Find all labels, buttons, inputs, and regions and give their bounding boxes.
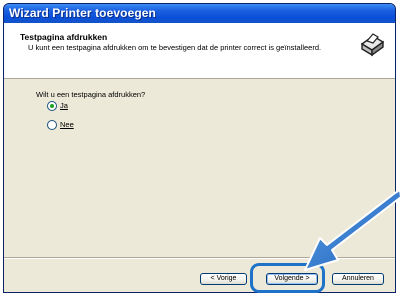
radio-button-ja[interactable] [47,101,57,111]
previous-button[interactable]: < Vorige [200,273,247,285]
arrow-icon [304,190,401,271]
question-label: Wilt u een testpagina afdrukken? [36,90,146,99]
radio-selected-dot [50,104,54,108]
page-title: Testpagina afdrukken [20,32,108,42]
radio-label-nee[interactable]: Nee [60,120,74,129]
wizard-header: Testpagina afdrukken U kunt een testpagi… [4,23,395,79]
radio-label-ja[interactable]: Ja [60,101,68,110]
radio-button-nee[interactable] [47,120,57,130]
printer-icon [356,30,386,60]
page-description: U kunt een testpagina afdrukken om te be… [28,43,322,52]
window-title: Wizard Printer toevoegen [9,6,156,20]
title-bar[interactable]: Wizard Printer toevoegen [4,4,395,23]
